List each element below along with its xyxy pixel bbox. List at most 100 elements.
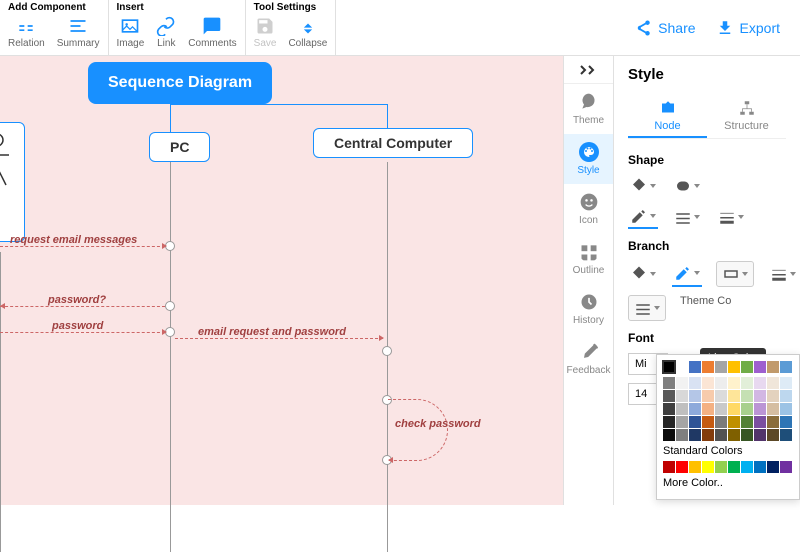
color-swatch[interactable] <box>741 403 753 415</box>
color-swatch[interactable] <box>676 377 688 389</box>
collapse-button[interactable]: Collapse <box>288 16 327 49</box>
color-swatch[interactable] <box>728 416 740 428</box>
color-swatch[interactable] <box>663 429 675 441</box>
line-color-button[interactable] <box>716 261 754 287</box>
color-swatch[interactable] <box>780 416 792 428</box>
sidebar-item-feedback[interactable]: Feedback <box>564 334 614 384</box>
color-swatch[interactable] <box>715 416 727 428</box>
color-swatch[interactable] <box>702 429 714 441</box>
color-swatch[interactable] <box>767 403 779 415</box>
user-node[interactable] <box>0 122 25 242</box>
color-swatch[interactable] <box>754 377 766 389</box>
export-button[interactable]: Export <box>716 19 780 37</box>
branch-fill-button[interactable] <box>628 261 658 287</box>
shape-type-button[interactable] <box>672 175 702 197</box>
color-swatch[interactable] <box>767 416 779 428</box>
cc-node[interactable]: Central Computer <box>313 128 473 158</box>
branch-width-button[interactable] <box>768 261 798 287</box>
color-swatch[interactable] <box>780 429 792 441</box>
color-swatch[interactable] <box>780 361 792 373</box>
color-swatch[interactable] <box>728 429 740 441</box>
relation-button[interactable]: Relation <box>8 16 45 49</box>
color-swatch[interactable] <box>702 403 714 415</box>
color-swatch[interactable] <box>663 403 675 415</box>
color-swatch[interactable] <box>741 390 753 402</box>
color-swatch[interactable] <box>689 361 701 373</box>
save-button[interactable]: Save <box>254 16 277 49</box>
color-swatch[interactable] <box>689 416 701 428</box>
sidebar-item-history[interactable]: History <box>564 284 614 334</box>
message-label[interactable]: password <box>52 320 103 332</box>
color-swatch[interactable] <box>767 377 779 389</box>
color-swatch[interactable] <box>702 461 714 473</box>
color-swatch[interactable] <box>741 361 753 373</box>
color-swatch[interactable] <box>715 429 727 441</box>
color-swatch[interactable] <box>676 390 688 402</box>
message-line[interactable] <box>0 306 165 307</box>
color-swatch[interactable] <box>715 377 727 389</box>
color-swatch[interactable] <box>767 390 779 402</box>
tab-node[interactable]: Node <box>628 95 707 138</box>
color-swatch[interactable] <box>676 361 688 373</box>
self-message-loop[interactable] <box>388 399 448 461</box>
color-swatch[interactable] <box>728 361 740 373</box>
comments-button[interactable]: Comments <box>188 16 236 49</box>
color-swatch[interactable] <box>715 390 727 402</box>
color-swatch[interactable] <box>689 403 701 415</box>
sidebar-item-style[interactable]: Style <box>564 134 614 184</box>
link-button[interactable]: Link <box>156 16 176 49</box>
color-swatch[interactable] <box>780 403 792 415</box>
color-swatch[interactable] <box>754 416 766 428</box>
diagram-title[interactable]: Sequence Diagram <box>88 62 272 104</box>
color-swatch[interactable] <box>689 461 701 473</box>
more-color-button[interactable]: More Color.. <box>663 477 793 489</box>
message-line[interactable] <box>0 246 165 247</box>
sidebar-item-theme[interactable]: Theme <box>564 84 614 134</box>
message-label[interactable]: password? <box>48 294 106 306</box>
message-label[interactable]: request email messages <box>10 234 137 246</box>
color-swatch[interactable] <box>780 461 792 473</box>
tab-structure[interactable]: Structure <box>707 95 786 138</box>
color-swatch[interactable] <box>702 361 714 373</box>
color-swatch[interactable] <box>754 361 766 373</box>
color-swatch[interactable] <box>728 390 740 402</box>
border-style-button[interactable] <box>672 205 702 229</box>
border-color-button[interactable] <box>628 205 658 229</box>
message-line[interactable] <box>175 338 383 339</box>
color-swatch[interactable] <box>689 390 701 402</box>
color-swatch[interactable] <box>676 429 688 441</box>
color-swatch[interactable] <box>676 461 688 473</box>
color-swatch[interactable] <box>728 403 740 415</box>
branch-style-button[interactable] <box>628 295 666 321</box>
color-swatch[interactable] <box>663 377 675 389</box>
message-line[interactable] <box>0 332 165 333</box>
activation-handle[interactable] <box>165 301 175 311</box>
color-swatch[interactable] <box>663 416 675 428</box>
color-swatch[interactable] <box>689 377 701 389</box>
activation-handle[interactable] <box>382 346 392 356</box>
sidebar-item-outline[interactable]: Outline <box>564 234 614 284</box>
share-button[interactable]: Share <box>634 19 695 37</box>
color-swatch[interactable] <box>754 429 766 441</box>
color-swatch[interactable] <box>754 390 766 402</box>
message-label[interactable]: check password <box>395 418 481 430</box>
color-swatch[interactable] <box>689 429 701 441</box>
fill-color-button[interactable] <box>628 175 658 197</box>
color-swatch[interactable] <box>702 416 714 428</box>
color-swatch[interactable] <box>715 361 727 373</box>
color-swatch[interactable] <box>715 461 727 473</box>
border-width-button[interactable] <box>716 205 746 229</box>
sidebar-collapse-button[interactable] <box>564 56 613 84</box>
diagram-canvas[interactable]: Sequence Diagram r PC Central Computer r… <box>0 56 563 505</box>
color-swatch[interactable] <box>702 377 714 389</box>
color-swatch[interactable] <box>767 461 779 473</box>
color-swatch[interactable] <box>702 390 714 402</box>
color-swatch[interactable] <box>676 403 688 415</box>
color-swatch[interactable] <box>741 416 753 428</box>
color-swatch[interactable] <box>728 461 740 473</box>
color-swatch[interactable] <box>741 377 753 389</box>
color-swatch[interactable] <box>676 416 688 428</box>
color-swatch[interactable] <box>780 377 792 389</box>
color-swatch[interactable] <box>754 403 766 415</box>
summary-button[interactable]: Summary <box>57 16 100 49</box>
